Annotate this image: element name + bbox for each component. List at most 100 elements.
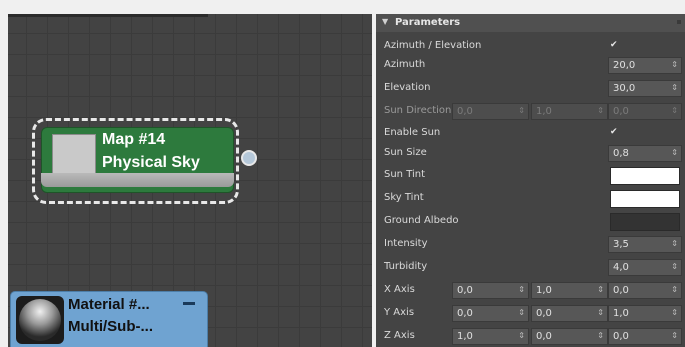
sun-size-spinner[interactable]: 0,8 ⇕	[608, 145, 682, 162]
y-axis-y-spinner[interactable]: 0,0 ⇕	[531, 305, 608, 322]
map-node-selection-outline[interactable]: Map #14 Physical Sky	[32, 118, 239, 204]
sun-direction-y-spinner[interactable]: 1,0 ⇕	[531, 103, 608, 120]
spinner-arrows-icon[interactable]: ⇕	[597, 285, 604, 294]
spinner-arrows-icon[interactable]: ⇕	[671, 60, 678, 69]
spinner-arrows-icon[interactable]: ⇕	[671, 308, 678, 317]
rollout-title: Parameters	[395, 17, 461, 28]
z-axis-y-value[interactable]: 0,0	[536, 331, 552, 342]
sun-direction-x-value[interactable]: 0,0	[457, 106, 473, 117]
collapse-icon[interactable]	[183, 302, 195, 305]
z-axis-z-spinner[interactable]: 0,0 ⇕	[608, 328, 682, 345]
sky-tint-swatch[interactable]	[610, 190, 680, 208]
elevation-value[interactable]: 30,0	[613, 83, 635, 94]
spinner-arrows-icon[interactable]: ⇕	[518, 106, 525, 115]
x-axis-x-value[interactable]: 0,0	[457, 285, 473, 296]
y-axis-y-value[interactable]: 0,0	[536, 308, 552, 319]
x-axis-z-value[interactable]: 0,0	[613, 285, 629, 296]
x-axis-x-spinner[interactable]: 0,0 ⇕	[452, 282, 529, 299]
rollout-grip-icon	[677, 20, 681, 24]
material-node-name: Material #...	[68, 296, 150, 313]
rollout-arrow-icon: ▼	[382, 17, 389, 26]
sun-tint-swatch[interactable]	[610, 167, 680, 185]
x-axis-y-spinner[interactable]: 1,0 ⇕	[531, 282, 608, 299]
turbidity-label: Turbidity	[384, 261, 428, 272]
sun-direction-y-value[interactable]: 1,0	[536, 106, 552, 117]
turbidity-value[interactable]: 4,0	[613, 262, 629, 273]
y-axis-z-spinner[interactable]: 1,0 ⇕	[608, 305, 682, 322]
z-axis-y-spinner[interactable]: 0,0 ⇕	[531, 328, 608, 345]
spinner-arrows-icon[interactable]: ⇕	[671, 331, 678, 340]
row-z-axis: Z Axis 1,0 ⇕ 0,0 ⇕ 0,0 ⇕	[376, 325, 685, 347]
azimuth-value[interactable]: 20,0	[613, 60, 635, 71]
row-sky-tint: Sky Tint	[376, 187, 685, 209]
x-axis-z-spinner[interactable]: 0,0 ⇕	[608, 282, 682, 299]
row-elevation: Elevation 30,0 ⇕	[376, 77, 685, 99]
intensity-label: Intensity	[384, 238, 428, 249]
output-socket[interactable]	[241, 150, 257, 166]
sun-direction-x-spinner[interactable]: 0,0 ⇕	[452, 103, 529, 120]
spinner-arrows-icon[interactable]: ⇕	[518, 308, 525, 317]
spinner-arrows-icon[interactable]: ⇕	[518, 285, 525, 294]
turbidity-spinner[interactable]: 4,0 ⇕	[608, 259, 682, 276]
row-y-axis: Y Axis 0,0 ⇕ 0,0 ⇕ 1,0 ⇕	[376, 302, 685, 324]
row-sun-size: Sun Size 0,8 ⇕	[376, 142, 685, 164]
y-axis-z-value[interactable]: 1,0	[613, 308, 629, 319]
spinner-arrows-icon[interactable]: ⇕	[671, 239, 678, 248]
map-thumbnail	[52, 134, 96, 178]
row-sun-tint: Sun Tint	[376, 164, 685, 186]
spinner-arrows-icon[interactable]: ⇕	[597, 308, 604, 317]
spinner-arrows-icon[interactable]: ⇕	[671, 83, 678, 92]
y-axis-label: Y Axis	[384, 307, 415, 318]
enable-sun-label: Enable Sun	[384, 127, 441, 138]
spinner-arrows-icon[interactable]: ⇕	[518, 331, 525, 340]
azimuth-label: Azimuth	[384, 59, 426, 70]
spinner-arrows-icon[interactable]: ⇕	[597, 331, 604, 340]
spinner-arrows-icon[interactable]: ⇕	[671, 285, 678, 294]
azimuth-spinner[interactable]: 20,0 ⇕	[608, 57, 682, 74]
parameters-rollout-header[interactable]: ▼ Parameters	[376, 14, 685, 32]
row-x-axis: X Axis 0,0 ⇕ 1,0 ⇕ 0,0 ⇕	[376, 279, 685, 301]
azimuth-elevation-label: Azimuth / Elevation	[384, 40, 482, 51]
editor-top-edge	[8, 14, 208, 17]
sun-direction-label: Sun Direction	[384, 105, 452, 116]
intensity-spinner[interactable]: 3,5 ⇕	[608, 236, 682, 253]
row-sun-direction: Sun Direction 0,0 ⇕ 1,0 ⇕ 0,0 ⇕	[376, 100, 685, 122]
node-editor-canvas[interactable]: Map #14 Physical Sky Material #... Multi…	[8, 14, 372, 347]
row-turbidity: Turbidity 4,0 ⇕	[376, 256, 685, 278]
ground-albedo-label: Ground Albedo	[384, 215, 459, 226]
parameters-panel: ▼ Parameters Azimuth / Elevation ✔ Azimu…	[376, 14, 685, 347]
azimuth-elevation-checkbox[interactable]: ✔	[610, 40, 618, 50]
ground-albedo-swatch[interactable]	[610, 213, 680, 231]
sun-size-value[interactable]: 0,8	[613, 148, 629, 159]
sun-size-label: Sun Size	[384, 147, 427, 158]
spinner-arrows-icon[interactable]: ⇕	[671, 262, 678, 271]
material-thumbnail	[16, 296, 64, 344]
map-node-footer	[41, 173, 234, 187]
sky-tint-label: Sky Tint	[384, 192, 424, 203]
spinner-arrows-icon[interactable]: ⇕	[671, 148, 678, 157]
material-sphere-icon	[19, 299, 61, 341]
elevation-label: Elevation	[384, 82, 431, 93]
z-axis-x-spinner[interactable]: 1,0 ⇕	[452, 328, 529, 345]
y-axis-x-value[interactable]: 0,0	[457, 308, 473, 319]
z-axis-label: Z Axis	[384, 330, 415, 341]
material-node-type: Multi/Sub-...	[68, 318, 153, 335]
row-intensity: Intensity 3,5 ⇕	[376, 233, 685, 255]
material-node[interactable]: Material #... Multi/Sub-...	[10, 291, 208, 347]
row-azimuth: Azimuth 20,0 ⇕	[376, 54, 685, 76]
y-axis-x-spinner[interactable]: 0,0 ⇕	[452, 305, 529, 322]
spinner-arrows-icon[interactable]: ⇕	[597, 106, 604, 115]
sun-tint-label: Sun Tint	[384, 169, 426, 180]
row-enable-sun: Enable Sun ✔	[376, 122, 685, 144]
x-axis-label: X Axis	[384, 284, 415, 295]
sun-direction-z-spinner[interactable]: 0,0 ⇕	[608, 103, 682, 120]
sun-direction-z-value[interactable]: 0,0	[613, 106, 629, 117]
enable-sun-checkbox[interactable]: ✔	[610, 127, 618, 137]
map-node-name: Map #14	[102, 131, 166, 148]
z-axis-x-value[interactable]: 1,0	[457, 331, 473, 342]
spinner-arrows-icon[interactable]: ⇕	[671, 106, 678, 115]
elevation-spinner[interactable]: 30,0 ⇕	[608, 80, 682, 97]
intensity-value[interactable]: 3,5	[613, 239, 629, 250]
x-axis-y-value[interactable]: 1,0	[536, 285, 552, 296]
z-axis-z-value[interactable]: 0,0	[613, 331, 629, 342]
